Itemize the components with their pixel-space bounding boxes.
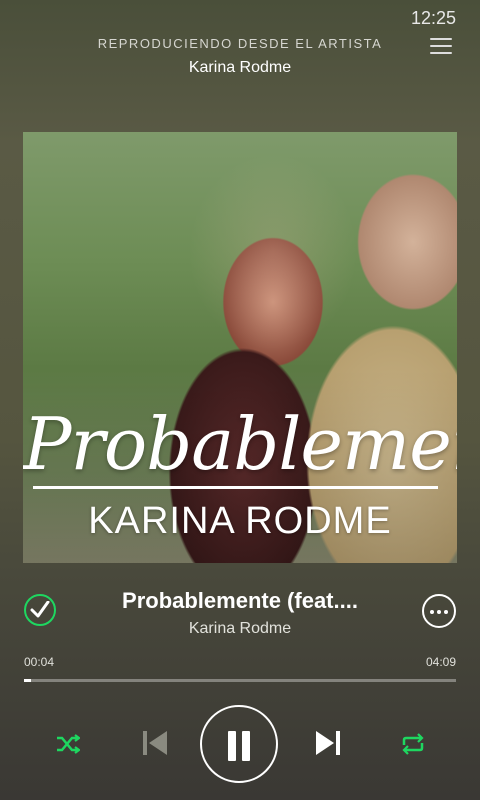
pause-icon bbox=[228, 731, 236, 761]
progress-bar[interactable] bbox=[24, 679, 456, 682]
pause-button[interactable] bbox=[200, 705, 278, 783]
status-time: 12:25 bbox=[410, 8, 456, 28]
playback-controls bbox=[0, 705, 480, 785]
skip-next-icon[interactable] bbox=[315, 729, 341, 762]
now-playing-header: REPRODUCIENDO DESDE EL ARTISTA Karina Ro… bbox=[0, 36, 480, 77]
progress-fill bbox=[24, 679, 31, 682]
skip-previous-icon[interactable] bbox=[142, 729, 168, 762]
track-info: Probablemente (feat.... Karina Rodme bbox=[0, 588, 480, 648]
track-title: Probablemente (feat.... bbox=[122, 588, 358, 613]
playing-context-name[interactable]: Karina Rodme bbox=[0, 59, 480, 77]
album-cover: Probablemente KARINA RODME bbox=[23, 132, 457, 563]
time-total: 04:09 bbox=[425, 655, 456, 669]
playing-context-title: REPRODUCIENDO DESDE EL ARTISTA bbox=[97, 36, 383, 51]
hamburger-menu-icon[interactable] bbox=[430, 38, 452, 56]
more-options-icon[interactable] bbox=[422, 594, 456, 628]
cover-title-text: Probablemente bbox=[23, 402, 457, 486]
cover-artist-text: KARINA RODME bbox=[88, 500, 392, 542]
check-circle-icon[interactable] bbox=[24, 594, 56, 626]
cover-underline bbox=[33, 486, 438, 489]
track-artist[interactable]: Karina Rodme bbox=[90, 620, 390, 638]
cover-shade bbox=[23, 132, 457, 563]
repeat-icon[interactable] bbox=[400, 733, 426, 760]
time-elapsed: 00:04 bbox=[24, 655, 55, 669]
shuffle-icon[interactable] bbox=[56, 733, 81, 760]
